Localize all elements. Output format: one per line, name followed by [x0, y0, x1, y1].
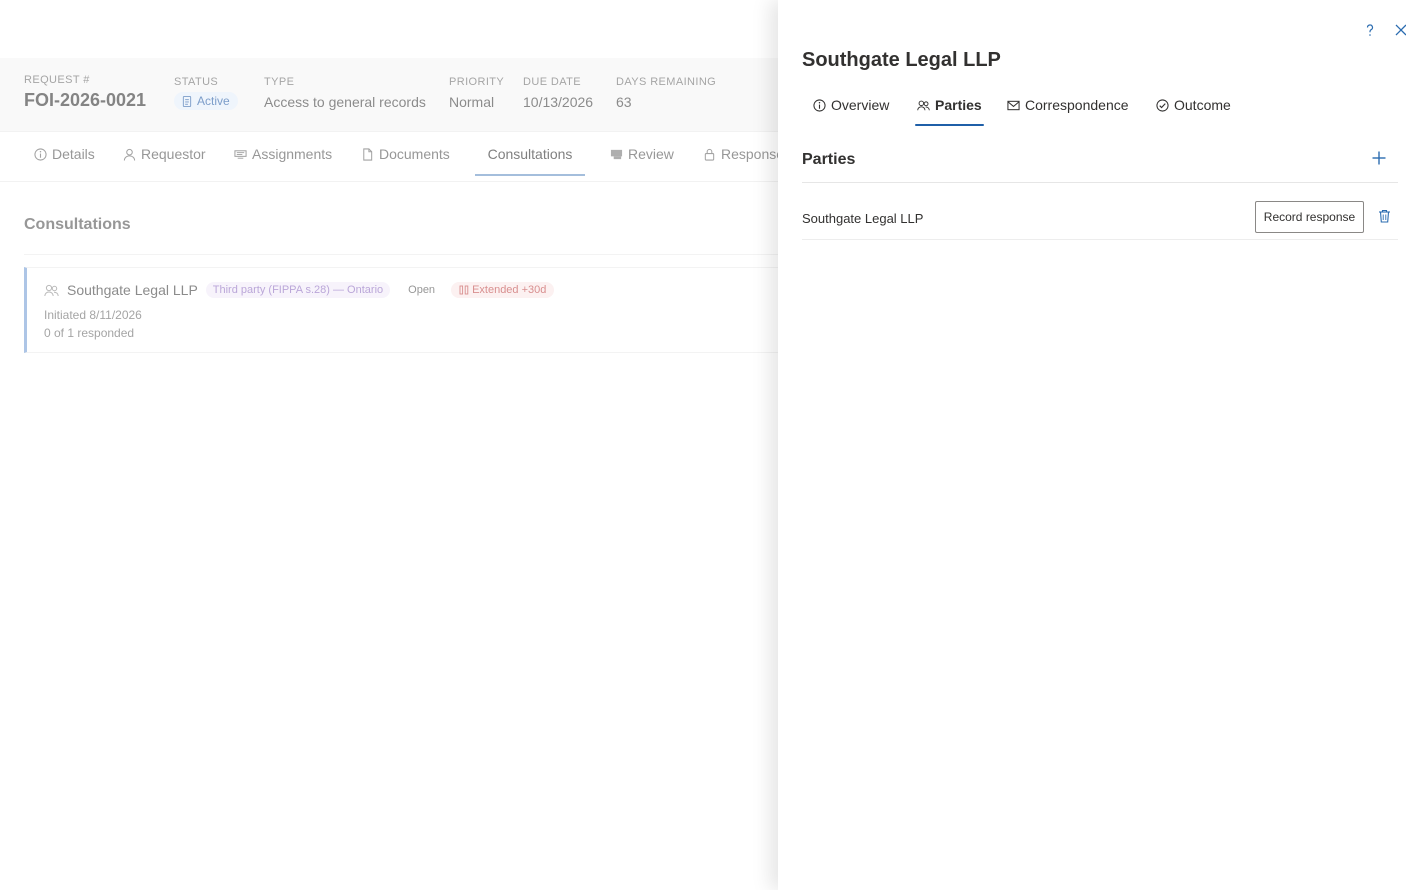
type-field: TYPE Access to general records: [264, 76, 426, 110]
priority-value: Normal: [449, 94, 495, 110]
tab-review[interactable]: Review: [600, 132, 684, 176]
parties-title: Parties: [802, 151, 856, 168]
tab-overview-label: Overview: [831, 97, 890, 113]
consultation-type-tag: Third party (FIPPA s.28) — Ontario: [205, 282, 391, 298]
info-icon: [813, 98, 826, 112]
record-response-button[interactable]: Record response: [1255, 201, 1364, 233]
parties-header: Parties: [802, 141, 1398, 183]
help-icon: [1366, 24, 1374, 36]
trash-icon: [1378, 209, 1390, 223]
tab-documents[interactable]: Documents: [351, 132, 460, 176]
document-icon: [182, 95, 192, 107]
people-icon: [44, 284, 59, 296]
tab-assignments-label: Assignments: [252, 146, 333, 162]
check-circle-icon: [1156, 98, 1169, 112]
type-value: Access to general records: [264, 94, 426, 110]
tab-details[interactable]: Details: [24, 132, 105, 176]
priority-label: PRIORITY: [449, 76, 505, 88]
tab-requestor-label: Requestor: [141, 146, 206, 162]
priority-field: PRIORITY Normal: [449, 76, 504, 110]
close-icon: [1395, 24, 1406, 36]
tab-parties[interactable]: Parties: [915, 84, 984, 126]
add-party-button[interactable]: [1368, 147, 1390, 169]
consultation-initiated: Initiated 8/11/2026: [44, 308, 142, 322]
tab-overview[interactable]: Overview: [813, 84, 889, 126]
delete-party-button[interactable]: [1376, 208, 1392, 224]
type-label: TYPE: [264, 76, 295, 88]
status-value: Active: [197, 94, 230, 108]
party-name: Southgate Legal LLP: [802, 211, 924, 226]
tab-consultations[interactable]: Consultations: [475, 132, 585, 176]
party-row: Southgate Legal LLP Record response: [802, 184, 1398, 240]
consultation-state-badge: Open: [408, 284, 436, 296]
mail-icon: [1007, 100, 1020, 110]
assignment-icon: [234, 149, 247, 159]
extension-badge: Extended +30d: [451, 282, 555, 298]
tab-parties-label: Parties: [935, 97, 982, 113]
pause-icon: [459, 285, 469, 295]
tab-correspondence[interactable]: Correspondence: [1007, 84, 1129, 126]
tab-outcome[interactable]: Outcome: [1156, 84, 1231, 126]
days-remaining-label: DAYS REMAINING: [616, 76, 717, 88]
consultations-title: Consultations: [24, 216, 131, 233]
due-date-field: DUE DATE 10/13/2026: [523, 76, 593, 110]
status-label: STATUS: [174, 76, 219, 88]
tab-documents-label: Documents: [379, 146, 450, 162]
close-button[interactable]: [1391, 20, 1406, 40]
help-button[interactable]: [1360, 20, 1380, 40]
lock-icon: [704, 148, 715, 161]
add-icon: [1372, 151, 1386, 165]
tab-review-label: Review: [628, 146, 674, 162]
person-icon: [123, 148, 136, 161]
consultation-card[interactable]: Southgate Legal LLP Third party (FIPPA s…: [24, 267, 784, 353]
consultation-panel: Southgate Legal LLP Overview Parties Cor…: [778, 0, 1406, 890]
tab-outcome-label: Outcome: [1174, 97, 1231, 113]
divider: [24, 254, 784, 255]
consultation-card-header: Southgate Legal LLP Third party (FIPPA s…: [44, 282, 555, 298]
tab-correspondence-label: Correspondence: [1025, 97, 1129, 113]
days-remaining-field: DAYS REMAINING 63: [616, 76, 716, 110]
request-number-field: REQUEST # FOI-2026-0021: [24, 74, 146, 111]
extension-badge-label: Extended +30d: [472, 284, 547, 296]
tab-response-label: Response: [721, 146, 785, 162]
document-icon: [363, 147, 373, 161]
panel-title: Southgate Legal LLP: [802, 49, 1001, 71]
info-icon: [34, 147, 47, 161]
review-icon: [610, 149, 623, 159]
tab-requestor[interactable]: Requestor: [113, 132, 216, 176]
tab-consultations-label: Consultations: [487, 146, 573, 162]
request-number-value: FOI-2026-0021: [24, 90, 147, 110]
status-field: STATUS Active: [174, 76, 238, 112]
due-date-label: DUE DATE: [523, 76, 582, 88]
people-icon: [917, 100, 930, 110]
days-remaining-value: 63: [616, 94, 632, 110]
tab-details-label: Details: [52, 146, 95, 162]
status-badge: Active: [174, 92, 238, 110]
consultation-responded: 0 of 1 responded: [44, 326, 135, 340]
due-date-value: 10/13/2026: [523, 94, 594, 110]
request-number-label: REQUEST #: [24, 74, 90, 86]
tab-assignments[interactable]: Assignments: [224, 132, 342, 176]
consultation-name: Southgate Legal LLP: [67, 282, 198, 298]
